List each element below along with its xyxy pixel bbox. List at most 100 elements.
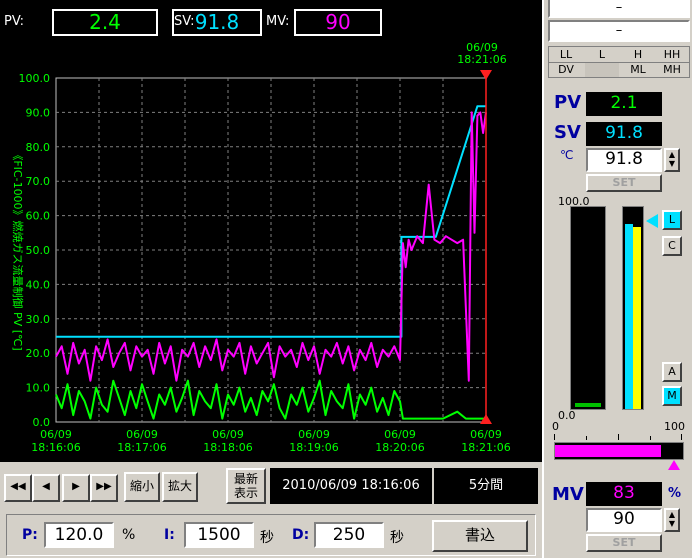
x-tick-date: 06/09 [384,428,416,441]
p-unit: % [122,527,136,543]
x-tick-time: 18:18:06 [203,441,252,454]
mv-bar-fill [633,227,641,409]
mv-scale-min: 0 [552,420,559,433]
zoom-in-button[interactable]: 拡大 [162,472,198,502]
mv-scale-max: 100 [664,420,685,433]
alarm-dv: DV [558,63,574,76]
fp-sv-input[interactable]: 91.8 [586,148,662,172]
x-tick-date: 06/09 [126,428,158,441]
fp-sv-value: 91.8 [586,122,662,146]
spin-up-icon[interactable]: ▲ [666,510,678,519]
y-tick-label: 90.0 [26,106,51,119]
x-tick-date: 06/09 [212,428,244,441]
first-page-button[interactable]: ◀◀ [4,474,32,502]
sv-mv-bar [622,206,644,410]
trend-chart[interactable]: 0.010.020.030.040.050.060.070.080.090.01… [0,0,542,462]
spin-down-icon[interactable]: ▼ [666,159,678,168]
y-tick-label: 100.0 [19,72,51,85]
latest-line2: 表示 [233,486,258,500]
y-tick-label: 20.0 [26,347,51,360]
pv-bar [570,206,606,410]
x-tick-time: 18:20:06 [375,441,424,454]
fp-mv-label: MV [552,484,584,505]
mv-output-fill [555,445,662,457]
faceplate-tag-2: – [548,20,690,42]
write-button[interactable]: 書込 [432,520,528,552]
mv-set-button[interactable]: SET [586,534,662,552]
mv-spin-button[interactable]: ▲ ▼ [664,508,680,532]
spin-up-icon[interactable]: ▲ [666,150,678,159]
tick [681,434,682,440]
pid-bar: P: 120.0 % I: 1500 秒 D: 250 秒 書込 [0,510,542,558]
faceplate-tag-1: – [548,0,690,18]
alarm-h: H [633,48,643,61]
sv-spin-button[interactable]: ▲ ▼ [664,148,680,172]
y-tick-label: 80.0 [26,141,51,154]
p-input[interactable]: 120.0 [44,522,114,548]
i-input[interactable]: 1500 [184,522,254,548]
sv-pointer-icon [646,214,658,228]
mv-scale-ticks [554,434,682,440]
tick [618,434,619,440]
latest-display-button[interactable]: 最新 表示 [226,468,266,504]
alarm-l: L [598,48,606,61]
next-page-button[interactable]: ▶ [62,474,90,502]
alarm-divider [549,62,689,63]
fp-mv-input[interactable]: 90 [586,508,662,532]
p-label: P: [22,527,38,543]
trend-panel: PV: 2.4 SV: 91.8 MV: 90 06/09 18:21:06 0… [0,0,542,462]
spin-down-icon[interactable]: ▼ [666,519,678,528]
fp-pv-label: PV [554,92,582,113]
d-unit: 秒 [390,530,404,546]
y-tick-label: 50.0 [26,244,51,257]
y-axis-label: 《FIC-1000》燃焼ガス流量制御 PV [℃] [11,149,25,350]
fp-unit: ℃ [560,148,574,162]
mv-output-bar [554,442,684,460]
auto-mode-button[interactable]: A [662,362,682,382]
sv-bar-fill [625,223,633,409]
x-tick-time: 18:19:06 [289,441,338,454]
alarm-blank [585,63,619,77]
x-tick-date: 06/09 [40,428,72,441]
alarm-ml: ML [630,63,646,76]
tick [586,436,587,440]
x-tick-time: 18:16:06 [31,441,80,454]
alarm-ll: LL [559,48,573,61]
time-span-display[interactable]: 5分間 [434,468,538,504]
tick [554,434,555,440]
alarm-grid: LL L H HH DV ML MH [548,46,690,78]
x-tick-date: 06/09 [470,428,502,441]
fp-pv-value: 2.1 [586,92,662,116]
manual-mode-button[interactable]: M [662,386,682,406]
local-mode-button[interactable]: L [662,210,682,230]
y-tick-label: 70.0 [26,175,51,188]
y-tick-label: 40.0 [26,278,51,291]
zoom-out-button[interactable]: 縮小 [124,472,160,502]
x-tick-time: 18:21:06 [461,441,510,454]
start-time-display: 2010/06/09 18:16:06 [270,468,432,504]
plot-frame [55,77,487,423]
y-tick-label: 10.0 [26,382,51,395]
d-input[interactable]: 250 [314,522,384,548]
x-tick-time: 18:17:06 [117,441,166,454]
last-page-button[interactable]: ▶▶ [90,474,118,502]
alarm-mh: MH [663,63,681,76]
i-label: I: [164,527,175,543]
fp-mv-unit: % [668,486,682,501]
latest-line1: 最新 [233,472,258,486]
tick [650,436,651,440]
prev-page-button[interactable]: ◀ [32,474,60,502]
x-tick-date: 06/09 [298,428,330,441]
fp-mv-value: 83 [586,482,662,506]
alarm-hh: HH [663,48,681,61]
fp-sv-label: SV [554,122,581,143]
pv-bar-fill [575,402,601,407]
d-label: D: [292,527,310,543]
cascade-mode-button[interactable]: C [662,236,682,256]
sv-set-button[interactable]: SET [586,174,662,192]
bar-bottom-label: 0.0 [558,409,576,422]
y-tick-label: 60.0 [26,210,51,223]
y-tick-label: 30.0 [26,313,51,326]
faceplate: – – LL L H HH DV ML MH PV 2.1 SV 91.8 ℃ … [542,0,692,558]
mv-pointer-icon[interactable] [668,460,681,470]
